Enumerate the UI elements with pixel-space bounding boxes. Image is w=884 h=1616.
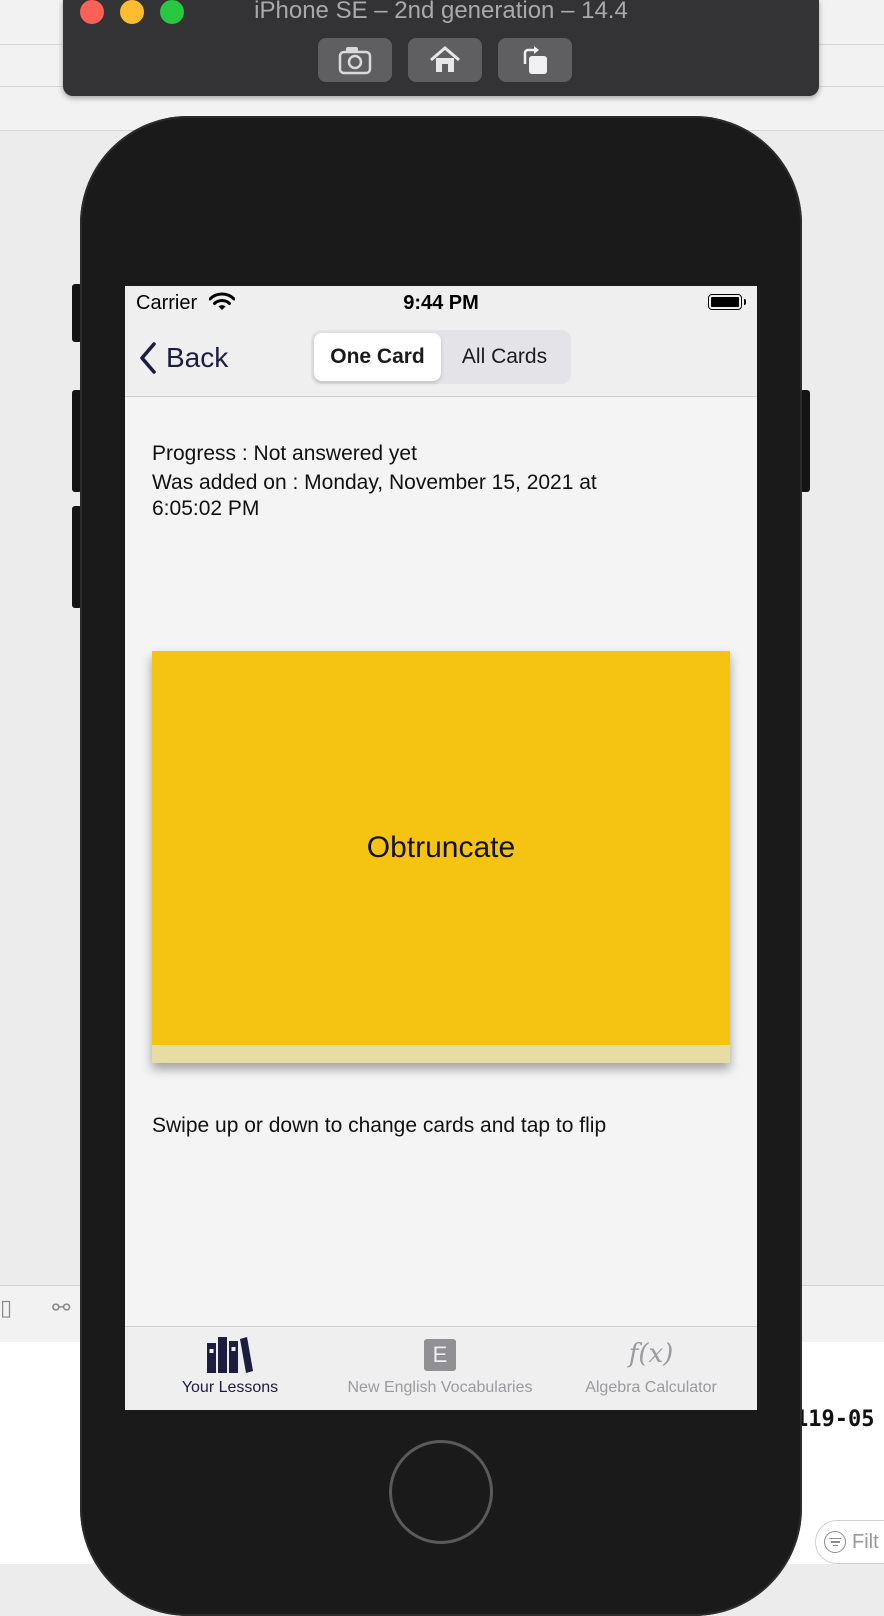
console-output: 119-05 ] [] c_imag <box>795 1345 884 1445</box>
home-icon <box>430 46 460 72</box>
flashcard-footer-strip <box>152 1045 730 1063</box>
branch-icon[interactable]: ⚯ <box>52 1295 70 1321</box>
segment-one-card[interactable]: One Card <box>314 333 441 381</box>
added-on-text: Was added on : Monday, November 15, 2021… <box>152 471 597 520</box>
progress-text: Progress : Not answered yet <box>152 442 417 465</box>
filter-icon <box>824 1531 846 1553</box>
tab-icon-wrap <box>206 1327 254 1373</box>
tab-label: Your Lessons <box>181 1379 279 1396</box>
rotate-icon <box>523 46 547 74</box>
app-screen: Carrier 9:44 PM Back One Card All Cards … <box>125 286 757 1410</box>
back-button[interactable]: Back <box>138 340 228 376</box>
card-info: Progress : Not answered yet Was added on… <box>152 440 672 524</box>
status-time: 9:44 PM <box>403 292 479 314</box>
back-label: Back <box>166 342 229 373</box>
screenshot-button[interactable] <box>318 38 392 82</box>
home-toolbar-button[interactable] <box>408 38 482 82</box>
tab-icon-wrap: E <box>424 1327 456 1373</box>
tab-algebra-calculator[interactable]: f(x) Algebra Calculator <box>565 1327 737 1410</box>
navigation-bar: Back One Card All Cards <box>125 326 757 397</box>
tab-icon-wrap: f(x) <box>629 1327 674 1373</box>
chevron-left-icon <box>140 342 156 374</box>
panel-toggle-icon[interactable]: ▯ <box>0 1295 12 1321</box>
tab-label: Algebra Calculator <box>585 1379 717 1396</box>
flashcard-word: Obtruncate <box>366 831 516 864</box>
letter-e-glyph: E <box>432 1342 448 1367</box>
tab-your-lessons[interactable]: Your Lessons <box>155 1327 305 1410</box>
filter-placeholder: Filt <box>852 1530 879 1553</box>
view-mode-segmented-control[interactable]: One Card All Cards <box>311 330 571 384</box>
books-icon <box>207 1337 253 1373</box>
camera-icon <box>338 47 372 75</box>
swipe-hint: Swipe up or down to change cards and tap… <box>152 1114 607 1137</box>
flashcard[interactable]: Obtruncate <box>152 651 730 1063</box>
battery-icon <box>708 294 746 310</box>
tab-new-english-vocabularies[interactable]: E New English Vocabularies <box>335 1327 545 1410</box>
status-bar: Carrier 9:44 PM <box>125 286 757 326</box>
tab-bar: Your Lessons E New English Vocabularies … <box>125 1326 757 1410</box>
tab-label: New English Vocabularies <box>347 1379 533 1396</box>
function-icon: f(x) <box>628 1339 674 1369</box>
console-filter-field[interactable]: Filt <box>815 1520 884 1564</box>
simulator-title-bar: iPhone SE – 2nd generation – 14.4 <box>63 0 819 96</box>
rotate-button[interactable] <box>498 38 572 82</box>
home-button[interactable] <box>389 1440 493 1544</box>
simulator-title: iPhone SE – 2nd generation – 14.4 <box>254 0 628 24</box>
letter-e-icon: E <box>424 1339 456 1371</box>
console-line: 119-05 <box>795 1407 875 1432</box>
segment-all-cards[interactable]: All Cards <box>441 333 568 381</box>
